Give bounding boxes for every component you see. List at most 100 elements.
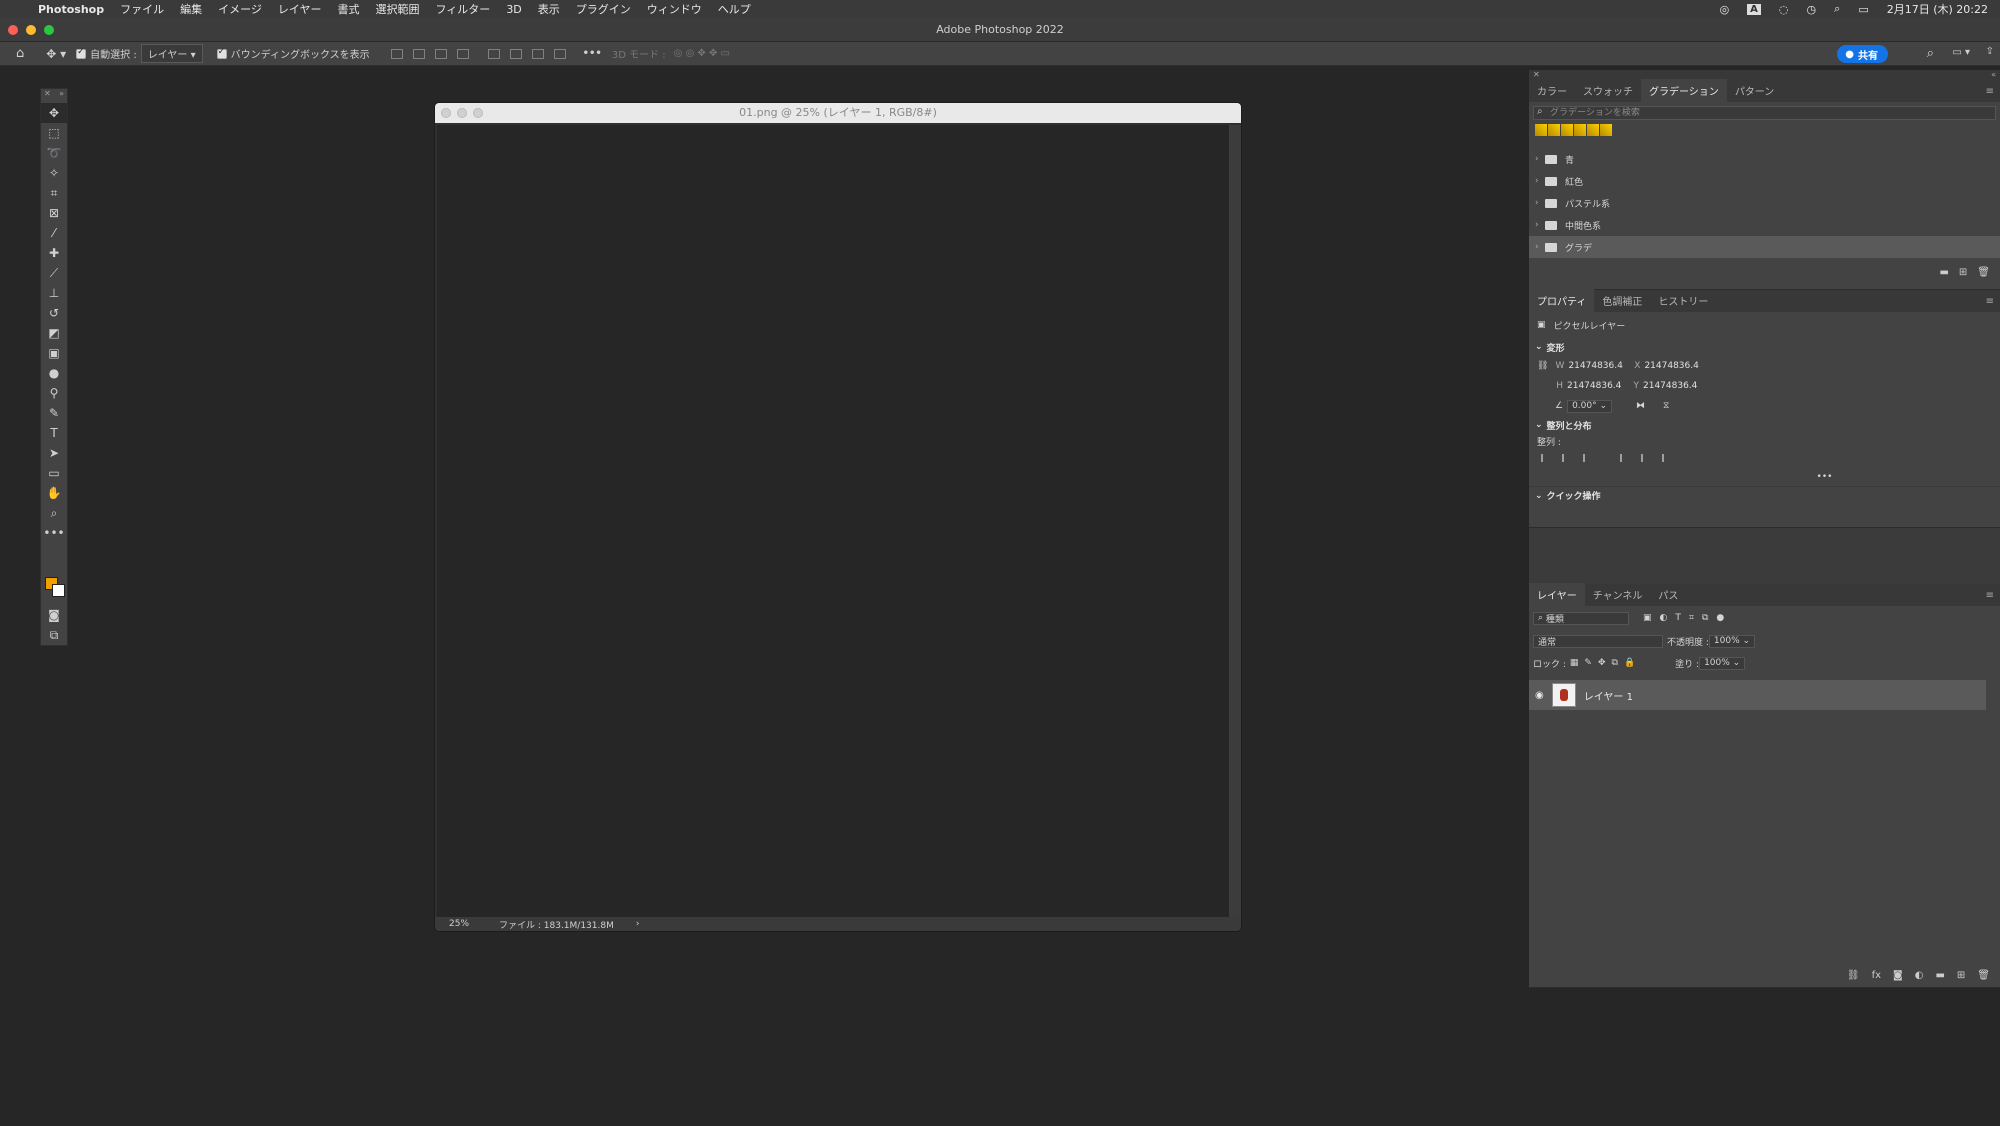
- healing-brush-icon[interactable]: ✚: [41, 243, 67, 263]
- share-button[interactable]: ● 共有: [1837, 45, 1888, 63]
- add-mask-icon[interactable]: ◙: [1893, 970, 1903, 981]
- delete-layer-icon[interactable]: 🗑: [1977, 970, 1990, 981]
- align-left-edges-icon[interactable]: [390, 48, 403, 59]
- fill-field[interactable]: 100% ⌄: [1699, 656, 1746, 670]
- control-center-icon[interactable]: ▭: [1858, 3, 1868, 16]
- auto-select-checkbox[interactable]: [76, 47, 87, 59]
- lock-all-icon[interactable]: 🔒: [1624, 658, 1635, 668]
- menu-image[interactable]: イメージ: [218, 1, 262, 17]
- frame-tool-icon[interactable]: ⊠: [41, 203, 67, 223]
- filter-toggle-icon[interactable]: ●: [1716, 613, 1724, 623]
- menu-help[interactable]: ヘルプ: [718, 1, 751, 17]
- x-field[interactable]: 21474836.4: [1644, 361, 1698, 371]
- align-right-edges-icon[interactable]: [434, 48, 447, 59]
- toolbar-collapse-icon[interactable]: »: [59, 89, 64, 103]
- gradient-swatch[interactable]: [1600, 124, 1612, 136]
- bounding-box-checkbox[interactable]: [216, 47, 227, 59]
- tab-patterns[interactable]: パターン: [1727, 79, 1783, 102]
- clone-stamp-icon[interactable]: ⊥: [41, 283, 67, 303]
- new-layer-icon[interactable]: ⊞: [1957, 970, 1965, 981]
- layer-filter-kind-dropdown[interactable]: ⌕ 種類: [1533, 611, 1629, 625]
- gradient-swatch[interactable]: [1535, 124, 1547, 136]
- align-top-icon[interactable]: [1620, 454, 1630, 462]
- align-section-header[interactable]: ⌄ 整列と分布: [1529, 416, 2000, 434]
- filter-smart-object-icon[interactable]: ⧉: [1702, 613, 1708, 623]
- menu-view[interactable]: 表示: [538, 1, 560, 17]
- tab-gradients[interactable]: グラデーション: [1641, 79, 1727, 102]
- angle-field[interactable]: 0.00° ⌄: [1567, 399, 1613, 413]
- canvas[interactable]: [437, 125, 1229, 919]
- layers-panel-menu-icon[interactable]: ≡: [1986, 590, 1994, 601]
- brush-tool-icon[interactable]: ⟋: [41, 263, 67, 283]
- magic-wand-icon[interactable]: ✧: [41, 163, 67, 183]
- align-right-icon[interactable]: [1583, 454, 1593, 462]
- opacity-field[interactable]: 100% ⌄: [1708, 634, 1756, 648]
- gradient-folder-selected[interactable]: › グラデ: [1529, 236, 2000, 258]
- hand-tool-icon[interactable]: ✋: [41, 483, 67, 503]
- zoom-level[interactable]: 25%: [449, 919, 469, 929]
- creative-cloud-icon[interactable]: ◎: [1720, 3, 1730, 16]
- height-field[interactable]: 21474836.4: [1567, 381, 1621, 391]
- vertical-scrollbar[interactable]: [1229, 125, 1241, 919]
- lock-artboard-icon[interactable]: ⧉: [1612, 658, 1618, 668]
- lock-position-icon[interactable]: ✥: [1598, 658, 1606, 668]
- quick-actions-header[interactable]: ⌄ クイック操作: [1529, 486, 2000, 504]
- menu-filter[interactable]: フィルター: [436, 1, 491, 17]
- rectangle-tool-icon[interactable]: ▭: [41, 463, 67, 483]
- zoom-tool-icon[interactable]: ⌕: [41, 503, 67, 523]
- new-gradient-icon[interactable]: ⊞: [1959, 267, 1967, 278]
- dodge-tool-icon[interactable]: ⚲: [41, 383, 67, 403]
- menubar-clock[interactable]: 2月17日 (木) 20:22: [1887, 1, 1988, 17]
- gradient-folder[interactable]: › 青: [1529, 148, 2000, 170]
- path-selection-icon[interactable]: ➤: [41, 443, 67, 463]
- properties-panel-menu-icon[interactable]: ≡: [1986, 296, 1994, 307]
- gradient-folder[interactable]: › 紅色: [1529, 170, 2000, 192]
- align-left-icon[interactable]: [1541, 454, 1551, 462]
- filter-adjustment-icon[interactable]: ◐: [1660, 613, 1668, 623]
- menu-layer[interactable]: レイヤー: [278, 1, 322, 17]
- link-dimensions-icon[interactable]: ⛓: [1537, 361, 1548, 371]
- move-tool-preset-icon[interactable]: ✥ ▾: [46, 47, 66, 61]
- layer-row[interactable]: ◉ レイヤー 1: [1529, 680, 1986, 710]
- lock-transparent-icon[interactable]: ▦: [1570, 658, 1579, 668]
- crop-tool-icon[interactable]: ⌗: [41, 183, 67, 203]
- tab-swatches[interactable]: スウォッチ: [1575, 79, 1641, 102]
- doc-minimize-icon[interactable]: [457, 108, 467, 118]
- tab-paths[interactable]: パス: [1650, 583, 1686, 606]
- more-options-icon[interactable]: •••: [583, 48, 602, 59]
- y-field[interactable]: 21474836.4: [1643, 381, 1697, 391]
- gradient-folder[interactable]: › 中間色系: [1529, 214, 2000, 236]
- tab-history[interactable]: ヒストリー: [1650, 289, 1716, 312]
- quick-mask-icon[interactable]: ◙: [41, 605, 67, 625]
- tab-channels[interactable]: チャンネル: [1585, 583, 1651, 606]
- move-tool-icon[interactable]: ✥: [41, 103, 67, 123]
- file-size-info[interactable]: ファイル : 183.1M/131.8M: [499, 918, 614, 931]
- type-tool-icon[interactable]: T: [41, 423, 67, 443]
- delete-icon[interactable]: 🗑: [1977, 267, 1990, 278]
- align-bottom-icon[interactable]: [1662, 454, 1672, 462]
- layer-style-fx-icon[interactable]: fx: [1872, 970, 1881, 981]
- menu-file[interactable]: ファイル: [120, 1, 164, 17]
- align-vertical-centers-icon[interactable]: [509, 48, 522, 59]
- gradient-swatch[interactable]: [1587, 124, 1599, 136]
- gradient-swatch[interactable]: [1574, 124, 1586, 136]
- gradient-swatch[interactable]: [1548, 124, 1560, 136]
- wifi-off-icon[interactable]: ◌: [1779, 3, 1789, 16]
- align-horizontal-centers-icon[interactable]: [412, 48, 425, 59]
- flip-horizontal-icon[interactable]: ⧓: [1636, 401, 1645, 411]
- align-bottom-edges-icon[interactable]: [531, 48, 544, 59]
- app-menu[interactable]: Photoshop: [38, 3, 104, 16]
- menu-window[interactable]: ウィンドウ: [647, 1, 702, 17]
- flip-vertical-icon[interactable]: ⧖: [1663, 401, 1669, 411]
- gradient-folder[interactable]: › パステル系: [1529, 192, 2000, 214]
- rectangular-marquee-icon[interactable]: ⬚: [41, 123, 67, 143]
- menu-edit[interactable]: 編集: [180, 1, 202, 17]
- align-top-edges-icon[interactable]: [487, 48, 500, 59]
- filter-pixel-icon[interactable]: ▣: [1643, 613, 1652, 623]
- filter-type-icon[interactable]: T: [1675, 613, 1681, 623]
- doc-close-icon[interactable]: [441, 108, 451, 118]
- toolbar-close-icon[interactable]: ✕: [44, 89, 51, 103]
- tab-color[interactable]: カラー: [1529, 79, 1575, 102]
- input-mode-icon[interactable]: A: [1747, 3, 1761, 15]
- blend-mode-dropdown[interactable]: 通常: [1533, 634, 1663, 648]
